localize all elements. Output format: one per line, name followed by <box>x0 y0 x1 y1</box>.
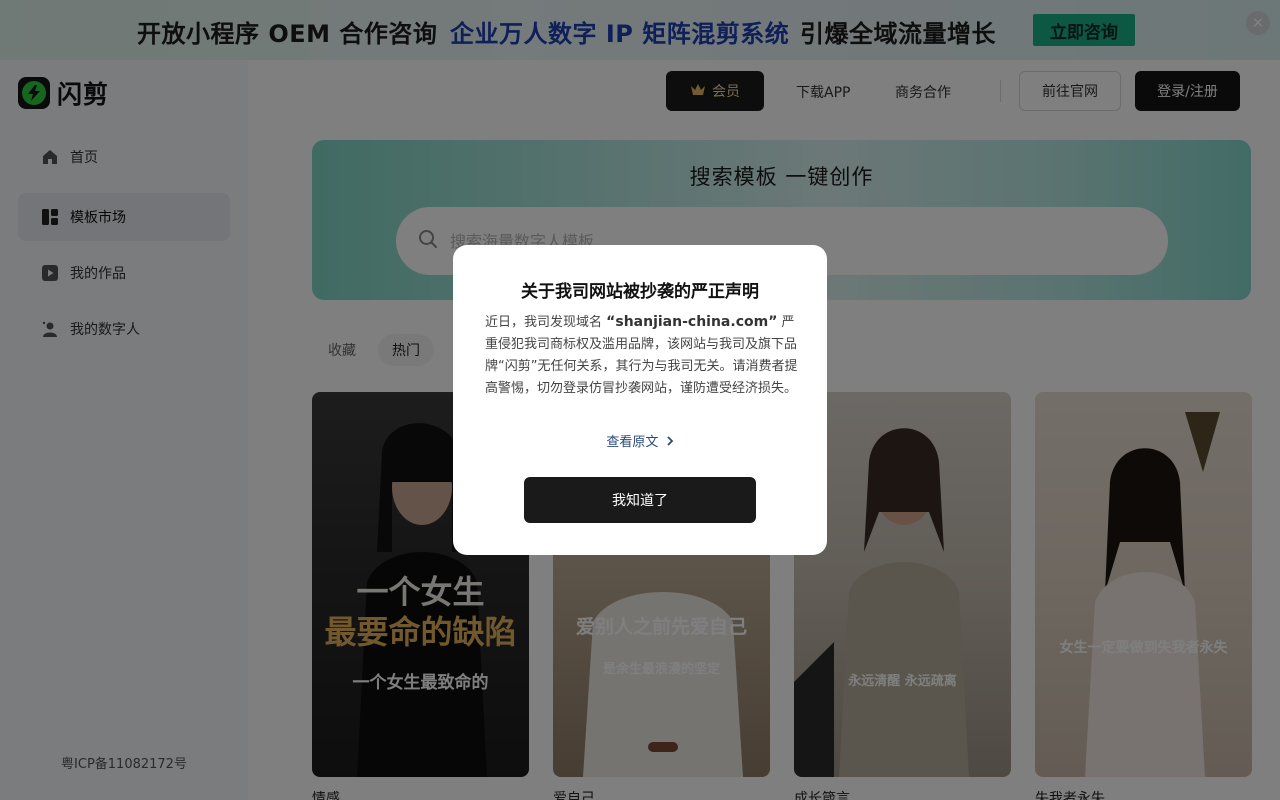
modal-body: 近日，我司发现域名 “shanjian-china.com” 严重侵犯我司商标权… <box>485 311 799 400</box>
modal-title: 关于我司网站被抄袭的严正声明 <box>521 282 759 302</box>
chevron-right-icon <box>663 435 674 450</box>
view-original-link[interactable]: 查看原文 <box>453 431 827 450</box>
view-original-label: 查看原文 <box>606 435 659 450</box>
modal-body-prefix: 近日，我司发现域名 <box>485 315 603 330</box>
modal-domain: “shanjian-china.com” <box>606 314 778 330</box>
copyright-notice-modal: 关于我司网站被抄袭的严正声明 近日，我司发现域名 “shanjian-china… <box>453 245 827 555</box>
acknowledge-button[interactable]: 我知道了 <box>524 477 756 523</box>
